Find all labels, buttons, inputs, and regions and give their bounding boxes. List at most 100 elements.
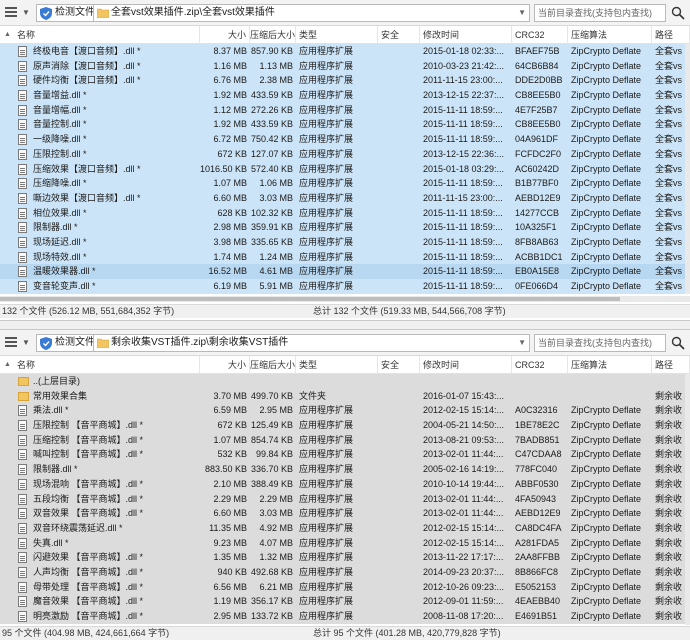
column-packed[interactable]: 压缩后大小 [250,26,296,44]
column-modified[interactable]: 修改时间 [420,356,512,374]
column-path[interactable]: 路径 [652,356,690,374]
menu-icon[interactable] [5,337,17,348]
search-icon[interactable] [671,336,685,350]
table-row[interactable]: 母带处理 【音平商城】.dll * 6.56 MB 6.21 MB 应用程序扩展 201… [0,579,690,595]
cell-method: ZipCrypto Deflate [571,508,642,519]
path-field[interactable]: 剩余收集VST插件.zip\剩余收集VST插件 ▼ [93,334,530,352]
cell-packed: 125.49 KB [250,420,293,431]
cell-modified: 2015-11-11 18:59:... [423,178,503,189]
column-method[interactable]: 压缩算法 [568,26,652,44]
column-security[interactable]: 安全 [378,356,420,374]
cell-type: 应用程序扩展 [299,60,354,71]
cell-size: 6.59 MB [213,405,247,416]
path-field[interactable]: 全套vst效果插件.zip\全套vst效果插件 ▼ [93,4,530,22]
table-row[interactable]: 压缩效果【渡口音频】.dll * 1016.50 KB 572.40 KB 应用程序扩… [0,161,690,177]
table-row[interactable]: 音量增幅.dll * 1.12 MB 272.26 KB 应用程序扩展 2015-11-… [0,102,690,118]
horizontal-scrollbar[interactable] [0,296,690,302]
file-icon [18,434,27,446]
cell-crc: 10A325F1 [515,222,557,233]
cell-size [200,374,250,389]
vertical-scrollbar[interactable] [685,44,690,294]
column-name[interactable]: ▲ 名称 [0,356,200,374]
table-row[interactable]: 限制器.dll * 2.98 MB 359.91 KB 应用程序扩展 2015-11-1… [0,220,690,235]
cell-name: 音量增益.dll * [33,90,87,101]
column-type[interactable]: 类型 [296,356,378,374]
column-name[interactable]: ▲ 名称 [0,26,200,44]
check-files-button[interactable]: 检测文件 [36,4,100,22]
file-icon [18,192,27,204]
sort-asc-icon: ▲ [4,361,11,368]
table-row[interactable]: 终极电音【渡口音频】.dll * 8.37 MB 857.90 KB 应用程序扩展 20… [0,44,690,59]
table-row[interactable]: 压限控制.dll * 672 KB 127.07 KB 应用程序扩展 2013-12-1… [0,146,690,162]
table-row[interactable]: 五段均衡 【音平商城】.dll * 2.29 MB 2.29 MB 应用程序扩展 201… [0,491,690,507]
cell-type: 应用程序扩展 [299,163,354,174]
file-icon [18,163,27,175]
chevron-down-icon[interactable]: ▼ [22,8,30,17]
column-modified[interactable]: 修改时间 [420,26,512,44]
search-input[interactable]: 当前目录查找(支持包内查找) [534,4,666,22]
table-row[interactable]: 音量控制.dll * 1.92 MB 433.59 KB 应用程序扩展 2015-11-… [0,117,690,133]
search-input[interactable]: 当前目录查找(支持包内查找) [534,334,666,352]
column-crc[interactable]: CRC32 [512,356,568,374]
path-text: 剩余收集VST插件.zip\剩余收集VST插件 [111,337,289,348]
cell-security [378,580,420,595]
table-row[interactable]: 相位效果.dll * 628 KB 102.32 KB 应用程序扩展 2015-11-1… [0,205,690,221]
table-row[interactable]: 限制器.dll * 883.50 KB 336.70 KB 应用程序扩展 2005-02… [0,462,690,477]
table-row[interactable]: 人声均衡 【音平商城】.dll * 940 KB 492.68 KB 应用程序扩展 20… [0,564,690,580]
table-row[interactable]: ..(上层目录) [0,374,690,389]
table-row[interactable]: 闪避效果 【音平商城】.dll * 1.35 MB 1.32 MB 应用程序扩展 201… [0,550,690,565]
column-size[interactable]: 大小 [200,356,250,374]
table-row[interactable]: 双音环绕震荡延迟.dll * 11.35 MB 4.92 MB 应用程序扩展 2012-… [0,520,690,536]
column-method[interactable]: 压缩算法 [568,356,652,374]
column-size[interactable]: 大小 [200,26,250,44]
table-row[interactable]: 现场混响 【音平商城】.dll * 2.10 MB 388.49 KB 应用程序扩展 2… [0,476,690,492]
table-row[interactable]: 压缩控制 【音平商城】.dll * 1.07 MB 854.74 KB 应用程序扩展 2… [0,432,690,448]
table-row[interactable]: 失真.dll * 9.23 MB 4.07 MB 应用程序扩展 2012-02-15 1… [0,535,690,551]
table-row[interactable]: 压限控制 【音平商城】.dll * 672 KB 125.49 KB 应用程序扩展 20… [0,418,690,433]
cell-modified: 2013-02-01 11:44:... [423,508,504,519]
table-row[interactable]: 原声消除【渡口音频】.dll * 1.16 MB 1.13 MB 应用程序扩展 2010… [0,58,690,74]
file-icon [18,148,27,160]
cell-method: ZipCrypto Deflate [571,104,642,115]
pane-divider[interactable] [0,320,690,330]
scroll-thumb[interactable] [0,297,620,301]
table-row[interactable]: 音量增益.dll * 1.92 MB 433.59 KB 应用程序扩展 2013-12-… [0,88,690,103]
check-files-button[interactable]: 检测文件 [36,334,100,352]
table-row[interactable]: 压缩降噪.dll * 1.07 MB 1.06 MB 应用程序扩展 2015-11-11… [0,176,690,191]
column-path[interactable]: 路径 [652,26,690,44]
cell-modified: 2010-03-23 21:42:... [423,60,505,71]
cell-crc: 8FB8AB63 [515,236,559,247]
cell-method: ZipCrypto Deflate [571,46,642,56]
table-row[interactable]: 一级降噪.dll * 6.72 MB 750.42 KB 应用程序扩展 2015-11-… [0,132,690,147]
cell-name: 明亮激励 【音平商城】.dll * [33,611,144,621]
table-row[interactable]: 现场特效.dll * 1.74 MB 1.24 MB 应用程序扩展 2015-11-11… [0,249,690,265]
table-row[interactable]: 嘶边效果【渡口音频】.dll * 6.60 MB 3.03 MB 应用程序扩展 2011… [0,190,690,206]
cell-size: 1.35 MB [213,552,247,563]
cell-modified: 2015-11-11 18:59:... [423,207,503,218]
vertical-scrollbar[interactable] [685,374,690,625]
table-row[interactable]: 温暖效果器.dll * 16.52 MB 4.61 MB 应用程序扩展 2015-11-… [0,264,690,279]
cell-modified: 2015-01-18 03:29:... [423,163,505,174]
table-row[interactable]: 变音轮变声.dll * 6.19 MB 5.91 MB 应用程序扩展 2015-11-1… [0,279,690,294]
table-row[interactable]: 现场延迟.dll * 3.98 MB 335.65 KB 应用程序扩展 2015-11-… [0,234,690,250]
chevron-down-icon[interactable]: ▼ [518,5,526,21]
cell-security [378,103,420,118]
table-row[interactable]: 常用效果合集 3.70 MB 499.70 KB 文件夹 2016-01-07 15:4… [0,388,690,404]
column-type[interactable]: 类型 [296,26,378,44]
table-row[interactable]: 喊叫控制 【音平商城】.dll * 532 KB 99.84 KB 应用程序扩展 201… [0,447,690,463]
column-security[interactable]: 安全 [378,26,420,44]
table-row[interactable]: 硬件均衡【渡口音频】.dll * 6.76 MB 2.38 MB 应用程序扩展 2011… [0,73,690,89]
table-row[interactable]: 双音效果 【音平商城】.dll * 6.60 MB 3.03 MB 应用程序扩展 201… [0,506,690,521]
table-row[interactable]: 魔音效果 【音平商城】.dll * 1.19 MB 356.17 KB 应用程序扩展 2… [0,594,690,609]
cell-modified: 2015-11-11 18:59:... [423,222,503,233]
search-icon[interactable] [671,6,685,20]
menu-icon[interactable] [5,7,17,18]
column-crc[interactable]: CRC32 [512,26,568,44]
chevron-down-icon[interactable]: ▼ [518,335,526,351]
table-row[interactable]: 明亮激励 【音平商城】.dll * 2.95 MB 133.72 KB 应用程序扩展 2… [0,609,690,624]
table-row[interactable]: 乘法.dll * 6.59 MB 2.95 MB 应用程序扩展 2012-02-15 1… [0,403,690,419]
cell-modified: 2004-05-21 14:50:... [423,420,505,431]
cell-crc: AEBD12E9 [515,508,561,519]
column-packed[interactable]: 压缩后大小 [250,356,296,374]
chevron-down-icon[interactable]: ▼ [22,338,30,347]
